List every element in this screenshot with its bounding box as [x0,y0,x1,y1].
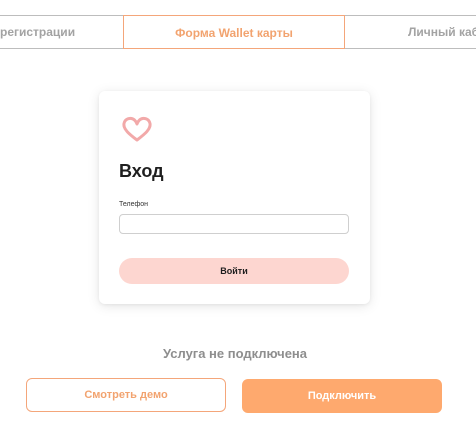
login-card: Вход Телефон Войти [99,91,370,304]
heart-outline-icon [122,116,152,142]
tab-registration[interactable]: регистрации [0,16,123,48]
login-button[interactable]: Войти [119,258,349,284]
tab-wallet-card-form[interactable]: Форма Wallet карты [123,15,345,49]
login-title: Вход [119,161,164,181]
phone-label: Телефон [119,201,149,208]
tab-wallet-label: Форма Wallet карты [175,26,293,40]
wallet-card-page: регистрации Форма Wallet карты Личный ка… [0,0,476,439]
connect-button[interactable]: Подключить [242,379,442,413]
tab-bar: регистрации Форма Wallet карты Личный ка… [0,15,476,49]
phone-input[interactable] [119,214,349,234]
tab-personal-account[interactable]: Личный каб [345,16,476,48]
service-status-text: Услуга не подключена [162,346,308,361]
view-demo-button[interactable]: Смотреть демо [26,378,226,412]
tab-account-label: Личный каб [408,25,476,39]
tab-registration-label: регистрации [0,25,76,39]
